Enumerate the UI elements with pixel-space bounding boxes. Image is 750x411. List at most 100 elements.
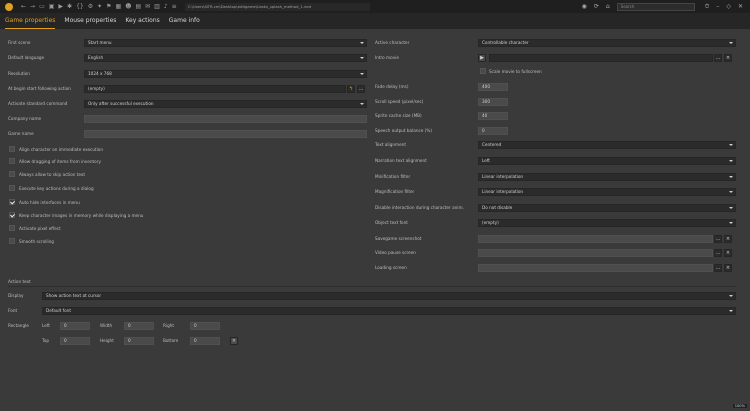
fade-delay-input[interactable]: 400 bbox=[478, 83, 508, 91]
width-label: Width bbox=[100, 323, 113, 328]
loading-screen-field[interactable] bbox=[478, 264, 713, 272]
play-intro-icon[interactable]: ▶ bbox=[478, 54, 486, 62]
loading-screen-label: Loading screen bbox=[375, 265, 407, 270]
maximize-button[interactable]: ◇ bbox=[726, 3, 731, 10]
video-pause-screen-field[interactable] bbox=[478, 249, 713, 257]
savegame-clear-button[interactable]: × bbox=[724, 235, 732, 243]
code-icon[interactable]: ≡ bbox=[172, 0, 177, 13]
standard-command-select[interactable]: Only after successful execution bbox=[84, 100, 367, 108]
company-name-input[interactable] bbox=[84, 115, 367, 123]
checkbox-key-actions-dialog[interactable] bbox=[9, 185, 15, 191]
savegame-screenshot-field[interactable] bbox=[478, 235, 713, 243]
play-icon[interactable]: ▶ bbox=[58, 0, 63, 13]
scroll-speed-input[interactable]: 300 bbox=[478, 98, 508, 106]
active-character-select[interactable]: Controllable character bbox=[478, 39, 736, 47]
skip-action-text-label: Always allow to skip action text bbox=[19, 172, 86, 177]
active-character-label: Active character bbox=[375, 40, 410, 45]
checkbox-allow-dragging[interactable] bbox=[9, 158, 15, 164]
sync-icon[interactable]: ⟳ bbox=[594, 3, 599, 10]
grid-icon[interactable]: ▦ bbox=[116, 0, 122, 13]
checkbox-align-character[interactable] bbox=[9, 146, 15, 152]
rect-pick-icon[interactable]: × bbox=[230, 337, 238, 345]
help-icon[interactable]: ◉ bbox=[582, 3, 587, 10]
rect-width-input[interactable]: 0 bbox=[124, 322, 154, 330]
checkbox-auto-hide-interfaces[interactable] bbox=[9, 199, 15, 205]
bug-icon[interactable]: ✱ bbox=[67, 0, 72, 13]
action-text-font-select[interactable]: Default font bbox=[42, 307, 736, 315]
magnification-filter-select[interactable]: Linear interpolation bbox=[478, 188, 736, 196]
edit-action-button[interactable]: … bbox=[357, 85, 365, 93]
text-alignment-select[interactable]: Centered bbox=[478, 141, 736, 149]
flag-icon[interactable]: ⚑ bbox=[106, 0, 111, 13]
align-character-label: Align character on immediate execution bbox=[19, 147, 104, 152]
savegame-browse-button[interactable]: … bbox=[714, 235, 722, 243]
height-label: Height bbox=[100, 338, 114, 343]
sprite-cache-input[interactable]: 40 bbox=[478, 112, 508, 120]
font-label: Font bbox=[8, 308, 18, 313]
game-properties-panel: First scene Start menu Default language … bbox=[0, 29, 750, 411]
intro-movie-browse-button[interactable]: … bbox=[714, 54, 722, 62]
checkbox-skip-action-text[interactable] bbox=[9, 171, 15, 177]
speech-balance-label: Speech output balance (%) bbox=[375, 128, 432, 133]
back-icon[interactable]: ← bbox=[21, 0, 26, 13]
resolution-select[interactable]: 1024 x 768 bbox=[84, 70, 367, 78]
video-pause-clear-button[interactable]: × bbox=[724, 249, 732, 257]
intro-movie-clear-button[interactable]: × bbox=[724, 54, 732, 62]
tab-mouse-properties[interactable]: Mouse properties bbox=[64, 13, 116, 29]
checkbox-smooth-scrolling[interactable] bbox=[9, 238, 15, 244]
checkbox-keep-character-images[interactable] bbox=[9, 212, 15, 218]
checkbox-scale-movie[interactable] bbox=[480, 68, 486, 74]
gear-icon[interactable]: ⚙ bbox=[88, 0, 93, 13]
resolution-label: Resolution bbox=[8, 71, 30, 76]
section-divider bbox=[8, 286, 736, 287]
minification-filter-select[interactable]: Linear interpolation bbox=[478, 173, 736, 181]
tab-key-actions[interactable]: Key actions bbox=[125, 13, 159, 29]
begin-start-action-field[interactable]: (empty) bbox=[84, 85, 346, 93]
rect-top-input[interactable]: 0 bbox=[60, 337, 90, 345]
lightning-icon[interactable]: ϟ bbox=[347, 85, 355, 93]
loading-screen-browse-button[interactable]: … bbox=[714, 264, 722, 272]
disable-interaction-label: Disable interaction during character ani… bbox=[375, 205, 464, 210]
object-text-font-select[interactable]: (empty) bbox=[478, 219, 736, 227]
film-icon[interactable]: ▥ bbox=[154, 0, 160, 13]
close-button[interactable]: ✕ bbox=[738, 3, 743, 10]
rectangle-label: Rectangle bbox=[8, 323, 29, 328]
video-pause-browse-button[interactable]: … bbox=[714, 249, 722, 257]
music-icon[interactable]: ♪ bbox=[164, 0, 168, 13]
rect-right-input[interactable]: 0 bbox=[190, 322, 220, 330]
checkbox-pixel-effect[interactable] bbox=[9, 225, 15, 231]
narration-alignment-select[interactable]: Left bbox=[478, 157, 736, 165]
sprite-cache-label: Sprite cache size (MB) bbox=[375, 113, 422, 118]
folder-icon[interactable]: ▭ bbox=[39, 0, 45, 13]
game-name-input[interactable] bbox=[84, 130, 367, 138]
loading-screen-clear-button[interactable]: × bbox=[724, 264, 732, 272]
intro-movie-field[interactable] bbox=[489, 54, 713, 62]
timer-icon[interactable]: ⏱ bbox=[705, 3, 710, 11]
rect-height-input[interactable]: 0 bbox=[124, 337, 154, 345]
action-text-display-select[interactable]: Show action text at cursor bbox=[42, 292, 736, 300]
puzzle-icon[interactable]: ✦ bbox=[97, 0, 102, 13]
first-scene-select[interactable]: Start menu bbox=[84, 39, 367, 47]
begin-start-action-label: At begin start following action bbox=[8, 86, 71, 91]
disable-interaction-select[interactable]: Do not disable bbox=[478, 204, 736, 212]
chat-icon[interactable]: ✉ bbox=[145, 0, 150, 13]
pixel-effect-label: Activate pixel effect bbox=[19, 226, 61, 231]
minimize-button[interactable]: – bbox=[716, 3, 719, 10]
tab-game-properties[interactable]: Game properties bbox=[5, 14, 56, 29]
braces-icon[interactable]: {} bbox=[76, 0, 84, 13]
app-logo-icon bbox=[5, 2, 13, 11]
speech-balance-input[interactable]: 0 bbox=[478, 127, 508, 135]
person-icon[interactable]: ☻ bbox=[125, 0, 131, 13]
forward-icon[interactable]: → bbox=[30, 0, 35, 13]
rect-bottom-input[interactable]: 0 bbox=[190, 337, 220, 345]
image-icon[interactable]: ▤ bbox=[135, 0, 141, 13]
rect-left-input[interactable]: 0 bbox=[60, 322, 90, 330]
search-input[interactable]: Search bbox=[616, 2, 695, 11]
text-alignment-label: Text alignment bbox=[375, 142, 406, 147]
save-icon[interactable]: ▣ bbox=[49, 0, 55, 13]
tab-game-info[interactable]: Game info bbox=[169, 13, 200, 29]
narration-alignment-label: Narration text alignment bbox=[375, 158, 427, 163]
default-language-select[interactable]: English bbox=[84, 54, 367, 62]
home-icon[interactable]: ⌂ bbox=[606, 3, 610, 10]
minification-filter-label: Minification filter bbox=[375, 174, 411, 179]
